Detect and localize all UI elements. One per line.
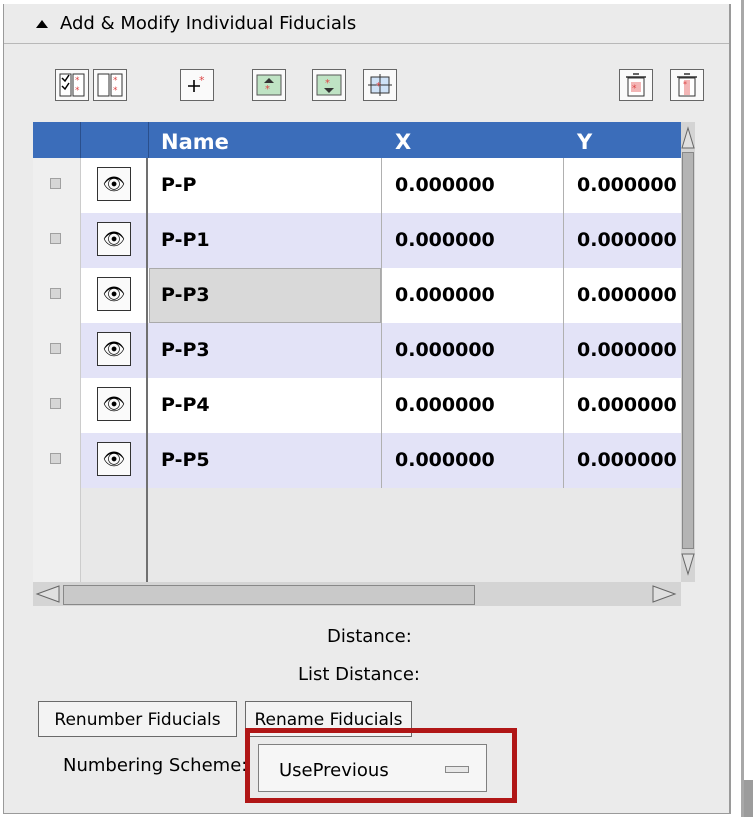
cell-name[interactable]: P-P <box>161 158 381 213</box>
eye-icon: 👁 <box>102 228 126 250</box>
cell-x[interactable]: 0.000000 <box>395 378 565 433</box>
cell-name[interactable]: P-P3 <box>161 323 381 378</box>
window-edge <box>741 0 744 817</box>
svg-text:*: * <box>376 81 381 92</box>
table-header: Name X Y <box>33 122 681 158</box>
svg-text:*: * <box>632 84 637 94</box>
header-y[interactable]: Y <box>577 122 592 158</box>
eye-icon: 👁 <box>102 173 126 195</box>
numbering-scheme-value: UsePrevious <box>279 760 389 781</box>
eye-icon: 👁 <box>102 338 126 360</box>
panel-title: Add & Modify Individual Fiducials <box>60 13 357 34</box>
row-checkbox[interactable] <box>50 343 61 354</box>
svg-text:*: * <box>265 84 270 95</box>
numbering-scheme-label: Numbering Scheme: <box>63 755 248 776</box>
svg-text:*: * <box>199 74 205 87</box>
row-checkbox[interactable] <box>50 233 61 244</box>
scroll-down-icon[interactable] <box>681 550 695 580</box>
header-name[interactable]: Name <box>161 122 229 158</box>
svg-text:*: * <box>113 76 118 86</box>
move-up-button[interactable]: * <box>252 69 286 101</box>
table-row[interactable]: 👁 P-P 0.000000 0.000000 <box>33 158 681 213</box>
eye-icon: 👁 <box>102 283 126 305</box>
empty-visibility-column <box>80 488 148 582</box>
svg-text:*: * <box>683 80 687 89</box>
distance-label: Distance: <box>327 626 412 647</box>
table-row[interactable]: 👁 P-P3 0.000000 0.000000 <box>33 268 681 323</box>
cell-x[interactable]: 0.000000 <box>395 213 565 268</box>
delete-all-icon: * <box>677 73 697 97</box>
header-check-column[interactable] <box>33 122 81 158</box>
collapsible-header[interactable]: Add & Modify Individual Fiducials <box>4 4 729 44</box>
eye-icon: 👁 <box>102 448 126 470</box>
cell-name[interactable]: P-P5 <box>161 433 381 488</box>
cell-x[interactable]: 0.000000 <box>395 158 565 213</box>
scroll-right-icon[interactable] <box>649 582 679 606</box>
vertical-scroll-thumb[interactable] <box>682 152 694 549</box>
move-up-icon: * <box>256 74 282 96</box>
dropdown-indicator-icon <box>445 766 469 773</box>
svg-text:*: * <box>325 78 330 89</box>
numbering-scheme-select[interactable]: UsePrevious <box>258 744 487 792</box>
svg-text:*: * <box>75 86 80 96</box>
cell-y[interactable]: 0.000000 <box>577 323 681 378</box>
eye-icon: 👁 <box>102 393 126 415</box>
cell-x[interactable]: 0.000000 <box>395 268 565 323</box>
cell-y[interactable]: 0.000000 <box>577 213 681 268</box>
scroll-up-icon[interactable] <box>681 122 695 152</box>
cell-y[interactable]: 0.000000 <box>577 433 681 488</box>
window-edge-nub <box>744 780 753 817</box>
svg-text:*: * <box>75 76 80 86</box>
cell-y[interactable]: 0.000000 <box>577 378 681 433</box>
table-row[interactable]: 👁 P-P4 0.000000 0.000000 <box>33 378 681 433</box>
renumber-fiducials-button[interactable]: Renumber Fiducials <box>38 701 237 737</box>
table-row[interactable]: 👁 P-P3 0.000000 0.000000 <box>33 323 681 378</box>
cell-y[interactable]: 0.000000 <box>577 268 681 323</box>
horizontal-scroll-thumb[interactable] <box>63 585 475 605</box>
move-down-icon: * <box>316 74 342 96</box>
visibility-toggle[interactable]: 👁 <box>97 167 131 201</box>
header-x[interactable]: X <box>395 122 411 158</box>
svg-text:*: * <box>113 86 118 96</box>
add-fiducial-button[interactable]: * <box>180 69 214 101</box>
fiducials-table: Name X Y 👁 P-P 0.000000 0.000000 👁 P-P1 … <box>33 122 695 582</box>
move-down-button[interactable]: * <box>312 69 346 101</box>
visibility-toggle[interactable]: 👁 <box>97 442 131 476</box>
row-checkbox[interactable] <box>50 453 61 464</box>
delete-all-button[interactable]: * <box>670 69 704 101</box>
visibility-toggle[interactable]: 👁 <box>97 387 131 421</box>
transform-button[interactable]: * <box>363 69 397 101</box>
delete-selected-icon: * <box>626 73 646 97</box>
cell-name[interactable]: P-P4 <box>161 378 381 433</box>
visibility-toggle[interactable]: 👁 <box>97 332 131 366</box>
table-row[interactable]: 👁 P-P1 0.000000 0.000000 <box>33 213 681 268</box>
cell-x[interactable]: 0.000000 <box>395 433 565 488</box>
select-all-checks-icon: * * <box>59 73 85 97</box>
list-distance-label: List Distance: <box>298 664 420 685</box>
cell-x[interactable]: 0.000000 <box>395 323 565 378</box>
visibility-toggle[interactable]: 👁 <box>97 277 131 311</box>
empty-check-column <box>33 488 81 582</box>
scroll-left-icon[interactable] <box>33 582 63 606</box>
collapse-arrow-icon[interactable] <box>36 19 48 28</box>
row-checkbox[interactable] <box>50 398 61 409</box>
table-row[interactable]: 👁 P-P5 0.000000 0.000000 <box>33 433 681 488</box>
add-fiducial-icon: * <box>188 74 205 92</box>
row-checkbox[interactable] <box>50 288 61 299</box>
cell-name[interactable]: P-P3 <box>161 268 381 323</box>
transform-icon: * <box>368 74 392 96</box>
cell-y[interactable]: 0.000000 <box>577 158 681 213</box>
deselect-all-checks-icon: * * <box>97 73 123 97</box>
select-all-checks-button[interactable]: * * <box>55 69 89 101</box>
header-visibility-column[interactable] <box>80 122 149 158</box>
row-checkbox[interactable] <box>50 178 61 189</box>
rename-fiducials-button[interactable]: Rename Fiducials <box>245 701 412 737</box>
cell-name[interactable]: P-P1 <box>161 213 381 268</box>
delete-selected-button[interactable]: * <box>619 69 653 101</box>
visibility-toggle[interactable]: 👁 <box>97 222 131 256</box>
deselect-all-checks-button[interactable]: * * <box>93 69 127 101</box>
